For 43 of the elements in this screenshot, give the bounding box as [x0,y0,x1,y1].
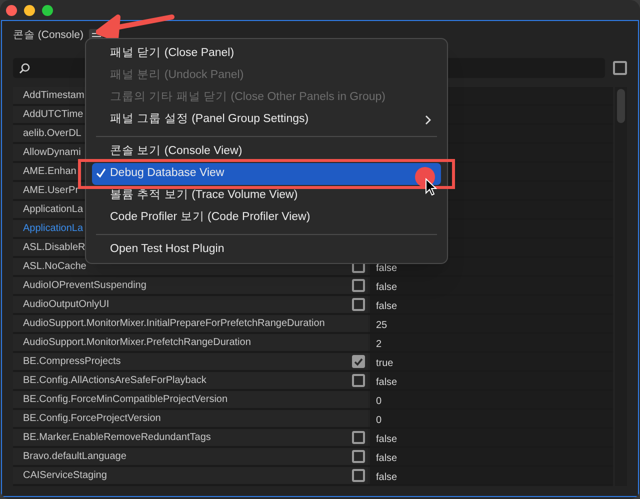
cursor-icon [425,178,437,196]
checkbox[interactable] [352,431,364,444]
close-window-icon[interactable] [6,4,17,16]
menu-item[interactable]: 패널 그룹 설정 (Panel Group Settings) [92,109,441,131]
scrollbar[interactable] [615,87,627,486]
panel-title[interactable]: 콘솔 (Console) [13,28,84,44]
menu-item-label: 패널 그룹 설정 (Panel Group Settings) [110,112,309,128]
menu-item[interactable]: 패널 닫기 (Close Panel) [92,43,441,65]
menu-item-label: 볼륨 추적 보기 (Trace Volume View) [110,188,298,204]
checkbox[interactable] [352,450,364,463]
value-field[interactable]: 0 [370,391,613,408]
checkbox[interactable] [352,355,364,368]
checkbox[interactable] [352,469,364,482]
value-field[interactable]: true [370,353,613,370]
zoom-window-icon[interactable] [42,4,53,16]
value-field[interactable]: false [370,277,613,294]
checkbox[interactable] [352,279,364,292]
menu-item-label: 패널 분리 (Undock Panel) [110,68,244,84]
value-field[interactable]: 25 [370,315,613,332]
menu-item-label: 콘솔 보기 (Console View) [110,144,242,160]
menu-item[interactable]: Code Profiler 보기 (Code Profiler View) [92,207,441,229]
checkbox[interactable] [352,298,364,311]
menu-item[interactable]: 콘솔 보기 (Console View) [92,141,441,163]
menu-item-label: Code Profiler 보기 (Code Profiler View) [110,210,310,226]
search-icon [19,62,30,74]
menu-item[interactable]: 볼륨 추적 보기 (Trace Volume View) [92,185,441,207]
menu-item-label: 패널 닫기 (Close Panel) [110,46,234,62]
value-field[interactable]: 0 [370,410,613,427]
menu-item-label: Open Test Host Plugin [110,242,224,258]
value-field[interactable]: false [370,448,613,465]
menu-item[interactable]: Open Test Host Plugin [92,239,441,261]
value-field[interactable]: false [370,372,613,389]
value-field[interactable]: false [370,296,613,313]
minimize-window-icon[interactable] [24,4,35,16]
value-field[interactable]: 2 [370,334,613,351]
value-field[interactable]: false [370,429,613,446]
checkbox[interactable] [613,61,627,75]
menu-item-label: 그룹의 기타 패널 닫기 (Close Other Panels in Group) [110,90,386,106]
checkbox[interactable] [352,374,364,387]
menu-item-label: Debug Database View [110,166,224,182]
scrollbar-thumb[interactable] [617,89,625,123]
value-field[interactable]: false [370,467,613,484]
menu-item[interactable]: Debug Database View [92,163,441,185]
